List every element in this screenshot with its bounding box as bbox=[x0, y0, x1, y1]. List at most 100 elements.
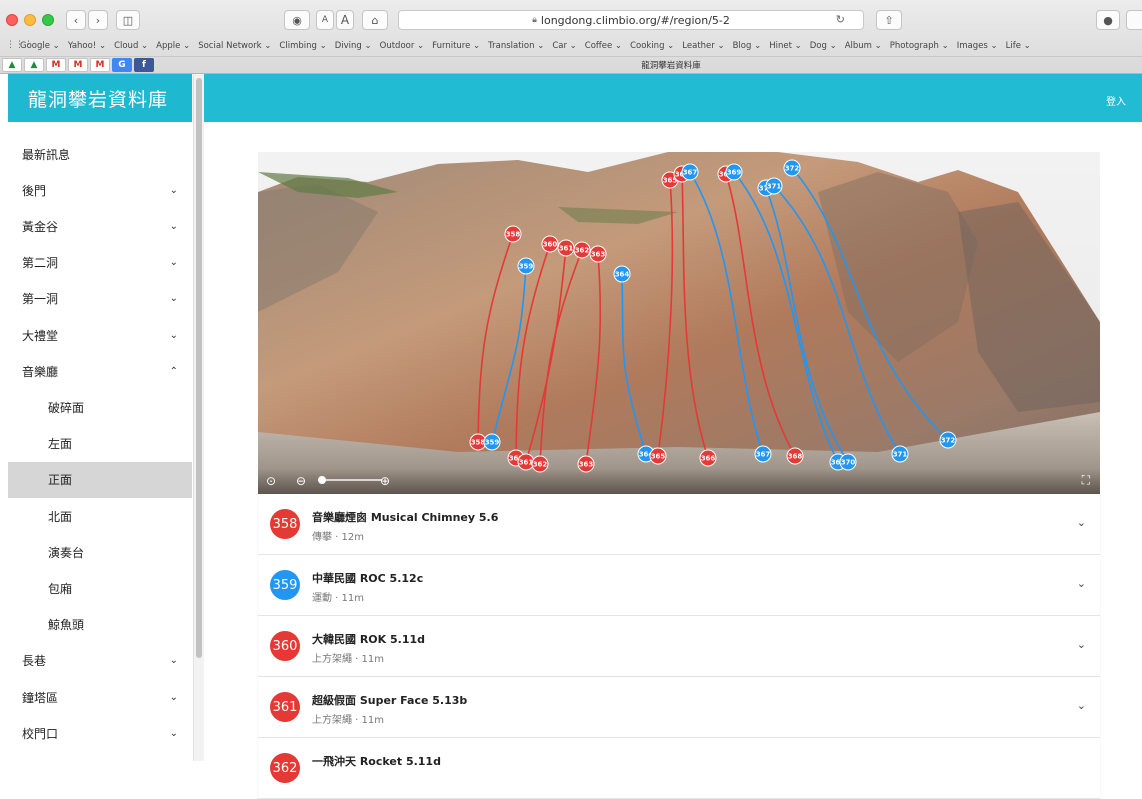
bookmark-folder[interactable]: Climbing ⌄ bbox=[279, 41, 326, 51]
route-list-item[interactable]: 361 超級假面 Super Face 5.13b 上方架繩 · 11m ⌄ bbox=[258, 677, 1100, 738]
route-bottom-marker[interactable]: 359 bbox=[483, 433, 501, 451]
drive-icon[interactable]: ▲ bbox=[24, 58, 44, 72]
route-top-marker[interactable]: 371 bbox=[765, 177, 783, 195]
tabs-overview-icon[interactable] bbox=[1126, 10, 1142, 30]
sidebar-item[interactable]: 鐘塔區 ⌄ bbox=[8, 679, 192, 715]
route-marker-label: 359 bbox=[485, 439, 500, 447]
reader-icon[interactable]: ◉ bbox=[284, 10, 310, 30]
reload-icon[interactable]: ↻ bbox=[836, 13, 845, 26]
sidebar-item[interactable]: 北面 bbox=[8, 498, 192, 534]
chevron-down-icon[interactable]: ⌄ bbox=[1077, 638, 1086, 651]
fullscreen-icon[interactable]: ⛶ bbox=[1082, 473, 1090, 488]
view-mode-icon[interactable]: ⊙ bbox=[266, 474, 276, 488]
bookmark-folder[interactable]: Coffee ⌄ bbox=[585, 41, 622, 51]
zoom-window-button[interactable] bbox=[42, 14, 54, 26]
bookmark-folder[interactable]: Apple ⌄ bbox=[156, 41, 190, 51]
bookmark-folder[interactable]: Car ⌄ bbox=[552, 41, 576, 51]
tab-title[interactable]: 龍洞攀岩資料庫 bbox=[200, 59, 1142, 71]
route-top-marker[interactable]: 364 bbox=[613, 265, 631, 283]
login-link[interactable]: 登入 bbox=[1106, 93, 1126, 108]
sidebar-item[interactable]: 音樂廳 ⌃ bbox=[8, 353, 192, 389]
gmail-icon[interactable]: M bbox=[90, 58, 110, 72]
route-top-marker[interactable]: 359 bbox=[517, 257, 535, 275]
bookmark-folder[interactable]: Outdoor ⌄ bbox=[380, 41, 425, 51]
bookmark-folder[interactable]: Photograph ⌄ bbox=[890, 41, 949, 51]
drive-icon[interactable]: ▲ bbox=[2, 58, 22, 72]
bookmark-folder[interactable]: Images ⌄ bbox=[957, 41, 998, 51]
sidebar-item[interactable]: 第一洞 ⌄ bbox=[8, 281, 192, 317]
bookmark-folder[interactable]: Blog ⌄ bbox=[733, 41, 762, 51]
bookmark-folder[interactable]: Social Network ⌄ bbox=[198, 41, 271, 51]
sidebar-item[interactable]: 大禮堂 ⌄ bbox=[8, 317, 192, 353]
sidebar-item[interactable]: 黃金谷 ⌄ bbox=[8, 208, 192, 244]
route-bottom-marker[interactable]: 371 bbox=[891, 445, 909, 463]
route-bottom-marker[interactable]: 365 bbox=[649, 447, 667, 465]
downloads-icon[interactable]: ● bbox=[1096, 10, 1120, 30]
bookmark-folder[interactable]: Cooking ⌄ bbox=[630, 41, 674, 51]
bookmark-folder[interactable]: Diving ⌄ bbox=[335, 41, 372, 51]
forward-button[interactable]: › bbox=[88, 10, 108, 30]
route-top-marker[interactable]: 367 bbox=[681, 163, 699, 181]
bookmark-folder[interactable]: Life ⌄ bbox=[1006, 41, 1031, 51]
route-top-marker[interactable]: 369 bbox=[725, 163, 743, 181]
sidebar-item[interactable]: 鯨魚頭 bbox=[8, 607, 192, 643]
bookmark-folder[interactable]: Hinet ⌄ bbox=[769, 41, 802, 51]
gmail-icon[interactable]: M bbox=[68, 58, 88, 72]
share-icon[interactable]: ⇧ bbox=[876, 10, 902, 30]
bookmark-folder[interactable]: Leather ⌄ bbox=[682, 41, 724, 51]
sidebar-item[interactable]: 破碎面 bbox=[8, 389, 192, 425]
apps-grid-icon[interactable]: ⋮⋮⋮ bbox=[6, 40, 33, 50]
crag-panorama[interactable]: 358 358 359 359 360 360 361 361 362 362 363 363 364 3… bbox=[258, 152, 1100, 494]
route-bottom-marker[interactable]: 366 bbox=[699, 449, 717, 467]
route-top-marker[interactable]: 362 bbox=[573, 241, 591, 259]
bookmark-folder[interactable]: Translation ⌄ bbox=[488, 41, 544, 51]
sidebar-item[interactable]: 包廂 bbox=[8, 570, 192, 606]
zoom-out-icon[interactable]: ⊖ bbox=[296, 474, 306, 488]
text-smaller-button[interactable]: A bbox=[316, 10, 334, 30]
sidebar-item[interactable]: 演奏台 bbox=[8, 534, 192, 570]
route-bottom-marker[interactable]: 367 bbox=[754, 445, 772, 463]
bookmark-folder[interactable]: Dog ⌄ bbox=[810, 41, 837, 51]
route-bottom-marker[interactable]: 368 bbox=[786, 447, 804, 465]
home-icon[interactable]: ⌂ bbox=[362, 10, 388, 30]
sidebar-item[interactable]: 長巷 ⌄ bbox=[8, 643, 192, 679]
chevron-down-icon[interactable]: ⌄ bbox=[1077, 516, 1086, 529]
zoom-in-icon[interactable]: ⊕ bbox=[380, 474, 390, 488]
chevron-down-icon[interactable]: ⌄ bbox=[1077, 577, 1086, 590]
bookmark-folder[interactable]: Cloud ⌄ bbox=[114, 41, 148, 51]
minimize-window-button[interactable] bbox=[24, 14, 36, 26]
translate-icon[interactable]: G bbox=[112, 58, 132, 72]
route-top-marker[interactable]: 360 bbox=[541, 235, 559, 253]
route-top-marker[interactable]: 361 bbox=[557, 239, 575, 257]
route-bottom-marker[interactable]: 372 bbox=[939, 431, 957, 449]
back-button[interactable]: ‹ bbox=[66, 10, 86, 30]
sidebar-item[interactable]: 左面 bbox=[8, 426, 192, 462]
chevron-down-icon[interactable]: ⌄ bbox=[1077, 699, 1086, 712]
bookmark-folder[interactable]: Furniture ⌄ bbox=[432, 41, 480, 51]
route-list-item[interactable]: 362 一飛沖天 Rocket 5.11d bbox=[258, 738, 1100, 799]
route-list-item[interactable]: 358 音樂廳煙囪 Musical Chimney 5.6 傳攀 · 12m ⌄ bbox=[258, 494, 1100, 555]
address-bar[interactable]: 🔒︎ longdong.climbio.org/#/region/5-2 ↻ bbox=[398, 10, 864, 30]
sidebar-scrollbar[interactable] bbox=[193, 74, 204, 761]
sidebar-item[interactable]: 校門口 ⌄ bbox=[8, 715, 192, 751]
text-larger-button[interactable]: A bbox=[336, 10, 354, 30]
sidebar-item[interactable]: 後門 ⌄ bbox=[8, 172, 192, 208]
zoom-slider[interactable] bbox=[318, 476, 382, 484]
route-list-item[interactable]: 359 中華民國 ROC 5.12c 運動 · 11m ⌄ bbox=[258, 555, 1100, 616]
gmail-icon[interactable]: M bbox=[46, 58, 66, 72]
route-top-marker[interactable]: 372 bbox=[783, 159, 801, 177]
bookmark-folder[interactable]: Yahoo! ⌄ bbox=[68, 41, 106, 51]
bookmark-folder[interactable]: Album ⌄ bbox=[845, 41, 882, 51]
app-title[interactable]: 龍洞攀岩資料庫 bbox=[8, 74, 192, 122]
route-list-item[interactable]: 360 大韓民國 ROK 5.11d 上方架繩 · 11m ⌄ bbox=[258, 616, 1100, 677]
zoom-slider-knob[interactable] bbox=[318, 476, 326, 484]
route-top-marker[interactable]: 358 bbox=[504, 225, 522, 243]
sidebar-item[interactable]: 第二洞 ⌄ bbox=[8, 245, 192, 281]
sidebar-item[interactable]: 最新訊息 bbox=[8, 136, 192, 172]
facebook-icon[interactable]: f bbox=[134, 58, 154, 72]
route-top-marker[interactable]: 363 bbox=[589, 245, 607, 263]
sidebar-toggle-icon[interactable]: ◫ bbox=[116, 10, 140, 30]
sidebar-item[interactable]: 正面 bbox=[8, 461, 192, 498]
sidebar-scroll-thumb[interactable] bbox=[196, 78, 202, 658]
close-window-button[interactable] bbox=[6, 14, 18, 26]
